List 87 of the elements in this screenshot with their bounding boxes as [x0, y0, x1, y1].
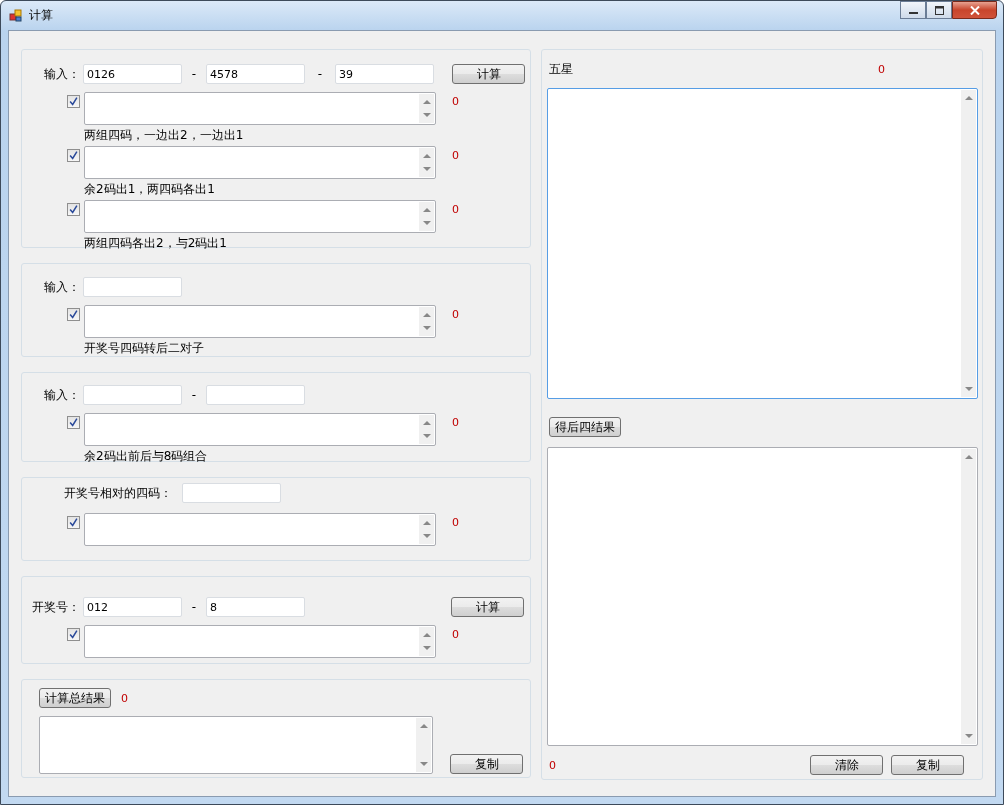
result-textbox[interactable] [39, 716, 433, 774]
window-title: 计算 [29, 7, 53, 24]
count-label: 0 [452, 95, 459, 108]
scroll-up-arrow-icon[interactable] [420, 724, 428, 728]
copy-button[interactable]: 复制 [450, 754, 523, 774]
count-label: 0 [452, 308, 459, 321]
scrollbar[interactable] [961, 449, 976, 744]
scroll-up-arrow-icon[interactable] [423, 100, 431, 104]
scrollbar[interactable] [419, 627, 434, 656]
scroll-up-arrow-icon[interactable] [423, 521, 431, 525]
input-field[interactable] [83, 385, 182, 405]
option-caption: 两组四码各出2，与2码出1 [84, 235, 228, 251]
count-label: 0 [452, 149, 459, 162]
scroll-up-arrow-icon[interactable] [423, 421, 431, 425]
app-icon [9, 8, 23, 23]
checkbox[interactable] [67, 149, 80, 162]
checkbox[interactable] [67, 516, 80, 529]
scroll-down-arrow-icon[interactable] [423, 534, 431, 538]
scrollbar[interactable] [419, 307, 434, 336]
input-field[interactable]: 012 [83, 597, 182, 617]
input-field[interactable]: 4578 [206, 64, 305, 84]
checkbox[interactable] [67, 416, 80, 429]
minimize-button[interactable] [900, 1, 926, 19]
scrollbar[interactable] [419, 515, 434, 544]
count-label: 0 [452, 416, 459, 429]
scrollbar[interactable] [961, 90, 976, 397]
scrollbar[interactable] [419, 94, 434, 123]
input-field[interactable] [206, 385, 305, 405]
scroll-up-arrow-icon[interactable] [423, 313, 431, 317]
checkbox[interactable] [67, 308, 80, 321]
scroll-up-arrow-icon[interactable] [423, 208, 431, 212]
scroll-down-arrow-icon[interactable] [423, 113, 431, 117]
total-result-button[interactable]: 计算总结果 [39, 688, 111, 708]
section-title: 五星 [549, 60, 574, 78]
scroll-up-arrow-icon[interactable] [965, 96, 973, 100]
separator-label: - [190, 388, 198, 402]
scroll-down-arrow-icon[interactable] [423, 326, 431, 330]
count-label: 0 [549, 758, 557, 772]
option-caption: 余2码出前后与8码组合 [84, 448, 209, 464]
scroll-down-arrow-icon[interactable] [965, 387, 973, 391]
scroll-up-arrow-icon[interactable] [965, 455, 973, 459]
input-label: 开奖号相对的四码： [64, 484, 172, 502]
close-icon [969, 5, 980, 15]
input-field[interactable]: 8 [206, 597, 305, 617]
last-four-result-button[interactable]: 得后四结果 [549, 417, 621, 437]
scroll-down-arrow-icon[interactable] [965, 734, 973, 738]
input-field[interactable]: 39 [335, 64, 434, 84]
input-field[interactable]: 0126 [83, 64, 182, 84]
input-label: 输入： [43, 278, 80, 296]
maximize-button[interactable] [926, 1, 952, 19]
scroll-down-arrow-icon[interactable] [423, 167, 431, 171]
input-label: 输入： [43, 386, 80, 404]
scroll-down-arrow-icon[interactable] [423, 646, 431, 650]
calculate-button[interactable]: 计算 [451, 597, 524, 617]
clear-button[interactable]: 清除 [810, 755, 883, 775]
option-caption: 两组四码，一边出2，一边出1 [84, 127, 245, 143]
input-label: 输入： [43, 65, 80, 83]
checkbox[interactable] [67, 628, 80, 641]
count-label: 0 [121, 691, 128, 705]
separator-label: - [190, 67, 198, 81]
scroll-up-arrow-icon[interactable] [423, 633, 431, 637]
scroll-down-arrow-icon[interactable] [423, 221, 431, 225]
scrollbar[interactable] [419, 148, 434, 177]
maximize-icon [934, 5, 944, 15]
close-button[interactable] [952, 1, 997, 19]
checkbox[interactable] [67, 95, 80, 108]
calculate-button[interactable]: 计算 [452, 64, 525, 84]
separator-label: - [190, 600, 198, 614]
input-field[interactable] [182, 483, 281, 503]
scroll-down-arrow-icon[interactable] [420, 762, 428, 766]
copy-button[interactable]: 复制 [891, 755, 964, 775]
separator-label: - [316, 67, 324, 81]
scrollbar[interactable] [416, 718, 431, 772]
scrollbar[interactable] [419, 415, 434, 444]
scrollbar[interactable] [419, 202, 434, 231]
minimize-icon [908, 12, 918, 14]
input-field[interactable] [83, 277, 182, 297]
count-label: 0 [452, 628, 459, 641]
count-label: 0 [452, 203, 459, 216]
scroll-up-arrow-icon[interactable] [423, 154, 431, 158]
input-label: 开奖号： [31, 598, 80, 616]
count-label: 0 [878, 62, 885, 76]
scroll-down-arrow-icon[interactable] [423, 434, 431, 438]
count-label: 0 [452, 516, 459, 529]
checkbox[interactable] [67, 203, 80, 216]
option-caption: 余2码出1，两四码各出1 [84, 181, 216, 197]
option-caption: 开奖号四码转后二对子 [84, 340, 205, 356]
